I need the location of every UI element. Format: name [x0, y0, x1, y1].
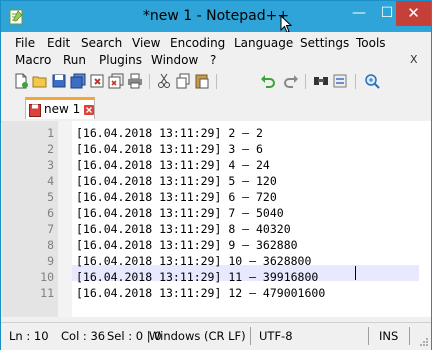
status-bar: Ln : 10 Col : 36 Sel : 0 | 0 Windows (CR… [1, 322, 431, 350]
close-icon[interactable] [89, 73, 105, 89]
paste-icon[interactable] [194, 73, 210, 89]
tab-label: new 1 [44, 102, 81, 116]
editor-line: 8 [16.04.2018 13:11:29] 9 – 362880 [2, 237, 431, 253]
menu-file[interactable]: File [15, 35, 35, 51]
editor-line: 1 [16.04.2018 13:11:29] 2 – 2 [2, 125, 431, 141]
line-text[interactable]: [16.04.2018 13:11:29] 3 – 6 [76, 141, 263, 157]
editor-line: 7 [16.04.2018 13:11:29] 8 – 40320 [2, 221, 431, 237]
tab-new-1[interactable]: new 1 [25, 97, 95, 119]
line-number: 5 [47, 190, 54, 204]
editor-line-current: 10 [16.04.2018 13:11:29] 11 – 39916800 [2, 269, 431, 285]
line-number: 11 [40, 286, 54, 300]
line-number: 3 [47, 158, 54, 172]
menu-macro[interactable]: Macro [15, 52, 51, 68]
notepadpp-window: *new 1 - Notepad++ — ☐ ✕ File Edit Searc… [0, 0, 432, 350]
tab-close-icon[interactable] [84, 105, 94, 115]
status-divider [409, 327, 410, 345]
line-text[interactable]: [16.04.2018 13:11:29] 9 – 362880 [76, 237, 298, 253]
cut-icon[interactable] [156, 73, 172, 89]
toolbar-separator [355, 74, 356, 89]
status-divider [250, 327, 251, 345]
line-number: 9 [47, 254, 54, 268]
menu-search[interactable]: Search [81, 35, 122, 51]
editor-line: 3 [16.04.2018 13:11:29] 4 – 24 [2, 157, 431, 173]
menu-settings[interactable]: Settings [300, 35, 349, 51]
toolbar-separator [149, 74, 150, 89]
menu-language[interactable]: Language [234, 35, 293, 51]
menu-edit[interactable]: Edit [47, 35, 70, 51]
toolbar-separator [216, 74, 217, 89]
line-text[interactable]: [16.04.2018 13:11:29] 7 – 5040 [76, 205, 284, 221]
new-file-icon[interactable] [13, 73, 29, 89]
toolbar-separator [305, 74, 306, 89]
line-number: 2 [47, 142, 54, 156]
editor-line: 5 [16.04.2018 13:11:29] 6 – 720 [2, 189, 431, 205]
menu-tools[interactable]: Tools [356, 35, 386, 51]
line-number: 4 [47, 174, 54, 188]
line-text[interactable]: [16.04.2018 13:11:29] 12 – 479001600 [76, 285, 325, 301]
minimize-button[interactable]: — [345, 1, 373, 26]
status-divider [368, 327, 369, 345]
close-all-icon[interactable] [108, 73, 124, 89]
menu-encoding[interactable]: Encoding [170, 35, 225, 51]
tab-bar: new 1 [1, 95, 431, 122]
editor-line: 11 [16.04.2018 13:11:29] 12 – 479001600 [2, 285, 431, 301]
line-text[interactable]: [16.04.2018 13:11:29] 8 – 40320 [76, 221, 291, 237]
text-caret [355, 266, 356, 280]
menu-plugins[interactable]: Plugins [99, 52, 142, 68]
line-number: 7 [47, 222, 54, 236]
undo-icon[interactable] [260, 73, 276, 89]
menu-bar: File Edit Search View Encoding Language … [1, 32, 431, 68]
open-file-icon[interactable] [32, 73, 48, 89]
resize-grip-icon[interactable] [419, 337, 429, 347]
text-editor[interactable]: 1 [16.04.2018 13:11:29] 2 – 2 2 [16.04.201… [2, 121, 431, 317]
line-text[interactable]: [16.04.2018 13:11:29] 6 – 720 [76, 189, 277, 205]
redo-icon[interactable] [283, 73, 299, 89]
line-number: 6 [47, 206, 54, 220]
status-insert-mode[interactable]: INS [379, 329, 398, 343]
print-icon[interactable] [127, 73, 143, 89]
unsaved-file-icon [29, 104, 41, 117]
line-text[interactable]: [16.04.2018 13:11:29] 10 – 3628800 [76, 253, 311, 269]
editor-line: 4 [16.04.2018 13:11:29] 5 – 120 [2, 173, 431, 189]
editor-line: 2 [16.04.2018 13:11:29] 3 – 6 [2, 141, 431, 157]
menu-window[interactable]: Window [151, 52, 198, 68]
editor-line: 9 [16.04.2018 13:11:29] 10 – 3628800 [2, 253, 431, 269]
line-text[interactable]: [16.04.2018 13:11:29] 4 – 24 [76, 157, 270, 173]
title-bar[interactable]: *new 1 - Notepad++ — ☐ ✕ [1, 1, 431, 32]
status-encoding[interactable]: UTF-8 [259, 329, 293, 343]
save-all-icon[interactable] [70, 73, 86, 89]
status-eol[interactable]: Windows (CR LF) [149, 329, 246, 343]
close-document-button[interactable]: X [410, 53, 418, 66]
save-icon[interactable] [51, 73, 67, 89]
replace-icon[interactable] [332, 73, 348, 89]
editor-line: 6 [16.04.2018 13:11:29] 7 – 5040 [2, 205, 431, 221]
menu-view[interactable]: View [132, 35, 160, 51]
line-text[interactable]: [16.04.2018 13:11:29] 5 – 120 [76, 173, 277, 189]
toolbar [1, 69, 431, 95]
find-icon[interactable] [313, 73, 329, 89]
close-window-button[interactable]: ✕ [396, 1, 431, 26]
copy-icon[interactable] [175, 73, 191, 89]
menu-run[interactable]: Run [63, 52, 86, 68]
line-number: 8 [47, 238, 54, 252]
status-column: Col : 36 [61, 329, 106, 343]
line-text[interactable]: [16.04.2018 13:11:29] 11 – 39916800 [76, 269, 318, 285]
line-text[interactable]: [16.04.2018 13:11:29] 2 – 2 [76, 125, 263, 141]
menu-help[interactable]: ? [210, 52, 216, 68]
line-number: 1 [47, 126, 54, 140]
status-line: Ln : 10 [9, 329, 49, 343]
line-number: 10 [40, 270, 54, 284]
zoom-in-icon[interactable] [364, 73, 380, 89]
